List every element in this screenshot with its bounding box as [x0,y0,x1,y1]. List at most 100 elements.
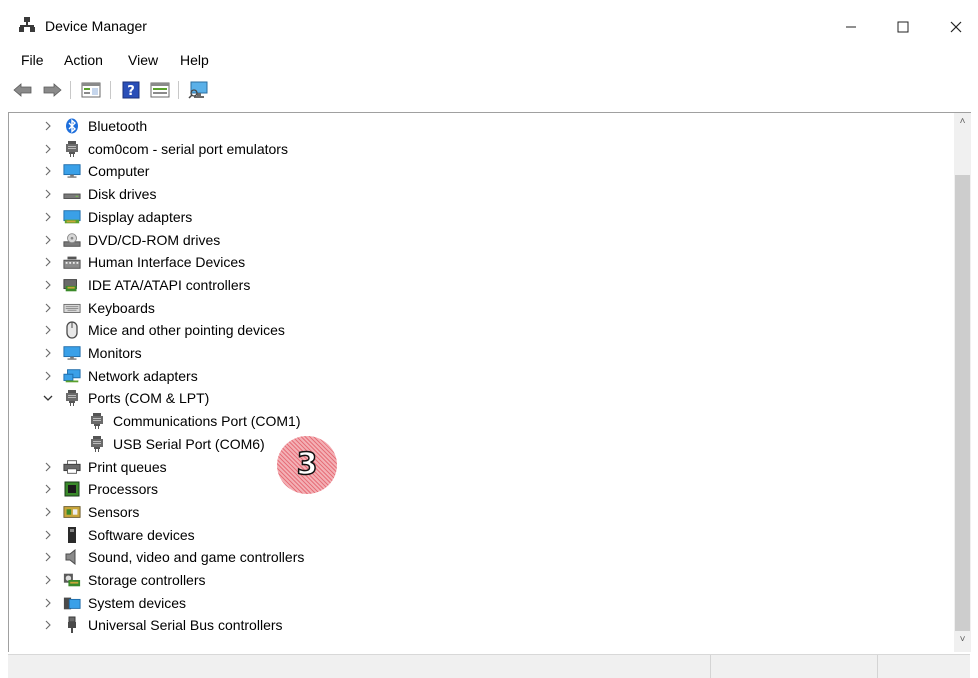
window-title: Device Manager [45,18,147,34]
tree-node-communications-port-com1[interactable]: Communications Port (COM1) [88,410,301,432]
tree-node-label: USB Serial Port (COM6) [113,435,265,452]
device-tree[interactable]: Bluetooth com0com - serial port emulators… [8,112,971,652]
tree-node-label: Communications Port (COM1) [113,413,301,430]
tree-node-ports-com-lpt[interactable]: Ports (COM & LPT) [41,387,209,409]
expand-chevron-icon[interactable] [41,596,55,610]
tree-node-label: Disk drives [88,186,157,203]
port-icon [63,390,81,407]
sensor-icon [63,504,81,520]
forward-icon[interactable] [41,79,63,101]
vertical-scrollbar[interactable]: ˄ ˅ [954,113,971,652]
mouse-icon [63,321,81,339]
tree-node-bluetooth[interactable]: Bluetooth [41,115,147,137]
tree-node-usb-serial-port-com6[interactable]: USB Serial Port (COM6) [88,433,265,455]
tree-node-storage-controllers[interactable]: Storage controllers [41,569,206,591]
tree-node-universal-serial-bus-controllers[interactable]: Universal Serial Bus controllers [41,614,283,636]
expand-chevron-icon[interactable] [41,301,55,315]
tree-node-label: Processors [88,481,159,498]
tree-node-system-devices[interactable]: System devices [41,592,186,614]
expand-chevron-icon[interactable] [41,505,55,519]
tree-node-label: Display adapters [88,208,193,225]
tree-node-monitors[interactable]: Monitors [41,342,142,364]
tree-node-com0com-serial-port-emulators[interactable]: com0com - serial port emulators [41,138,288,160]
show-hidden-icon[interactable] [149,79,171,101]
tree-node-dvd-cd-rom-drives[interactable]: DVD/CD-ROM drives [41,229,220,251]
tree-node-label: Print queues [88,458,167,475]
title-bar[interactable]: Device Manager [0,0,978,44]
scroll-up-icon[interactable]: ˄ [954,116,971,130]
storage-controller-icon [63,572,81,588]
expand-chevron-icon[interactable] [41,119,55,133]
tree-node-label: Monitors [88,345,142,361]
status-bar [8,654,970,678]
expand-chevron-icon[interactable] [41,142,55,156]
tree-node-label: Sensors [88,503,140,520]
tree-node-label: IDE ATA/ATAPI controllers [88,276,251,293]
expand-chevron-icon[interactable] [41,255,55,269]
properties-icon[interactable] [80,79,102,101]
keyboard-icon [63,300,81,316]
scan-hardware-icon[interactable] [188,79,210,101]
scroll-thumb[interactable] [955,175,970,631]
expand-chevron-icon[interactable] [41,233,55,247]
minimize-button[interactable] [828,14,874,40]
tree-node-network-adapters[interactable]: Network adapters [41,365,198,387]
tree-node-keyboards[interactable]: Keyboards [41,297,155,319]
back-icon[interactable] [12,79,34,101]
scroll-down-icon[interactable]: ˅ [954,634,971,648]
close-button[interactable] [933,14,978,40]
tree-node-sound-video-and-game-controllers[interactable]: Sound, video and game controllers [41,546,304,568]
tree-node-label: Network adapters [88,367,198,384]
tree-node-label: Human Interface Devices [88,254,246,271]
collapse-chevron-icon[interactable] [41,391,55,405]
expand-chevron-icon[interactable] [41,164,55,178]
ide-controller-icon [63,277,81,293]
step-number: 3 [296,447,318,482]
menu-file[interactable]: File [19,52,46,68]
tree-node-label: Ports (COM & LPT) [88,390,210,407]
device-manager-icon [18,16,36,34]
menu-help[interactable]: Help [178,52,211,68]
expand-chevron-icon[interactable] [41,618,55,632]
expand-chevron-icon[interactable] [41,187,55,201]
port-icon [88,413,106,430]
usb-icon [63,616,81,634]
bluetooth-icon [63,118,81,134]
tree-node-software-devices[interactable]: Software devices [41,524,195,546]
expand-chevron-icon[interactable] [41,573,55,587]
tree-node-print-queues[interactable]: Print queues [41,456,167,478]
tree-node-ide-ata-atapi-controllers[interactable]: IDE ATA/ATAPI controllers [41,274,250,296]
expand-chevron-icon[interactable] [41,278,55,292]
tree-node-display-adapters[interactable]: Display adapters [41,206,192,228]
expand-chevron-icon[interactable] [41,528,55,542]
tree-node-human-interface-devices[interactable]: Human Interface Devices [41,251,245,273]
port-icon [88,435,106,452]
display-adapter-icon [63,209,81,225]
menu-view[interactable]: View [126,52,160,68]
tree-node-sensors[interactable]: Sensors [41,501,139,523]
tree-node-mice-and-other-pointing-devices[interactable]: Mice and other pointing devices [41,319,285,341]
tree-node-label: Bluetooth [88,118,148,134]
expand-chevron-icon[interactable] [41,323,55,337]
expand-chevron-icon[interactable] [41,482,55,496]
tree-node-computer[interactable]: Computer [41,160,149,182]
expand-chevron-icon[interactable] [41,550,55,564]
monitor-icon [63,345,81,361]
tree-node-label: Storage controllers [88,572,206,588]
status-separator [877,655,878,678]
expand-chevron-icon[interactable] [41,460,55,474]
printer-icon [63,459,81,475]
menu-action[interactable]: Action [62,52,105,68]
expand-chevron-icon[interactable] [41,369,55,383]
help-icon[interactable]: ? [120,79,142,101]
maximize-button[interactable] [880,14,926,40]
toolbar-separator [178,81,179,99]
expand-chevron-icon[interactable] [41,346,55,360]
tree-node-processors[interactable]: Processors [41,478,158,500]
tree-node-label: Mice and other pointing devices [88,322,285,339]
tree-node-label: Software devices [88,526,195,543]
step-number-badge: 3 [277,436,337,494]
tree-node-disk-drives[interactable]: Disk drives [41,183,156,205]
tree-node-label: Keyboards [88,299,155,316]
expand-chevron-icon[interactable] [41,210,55,224]
